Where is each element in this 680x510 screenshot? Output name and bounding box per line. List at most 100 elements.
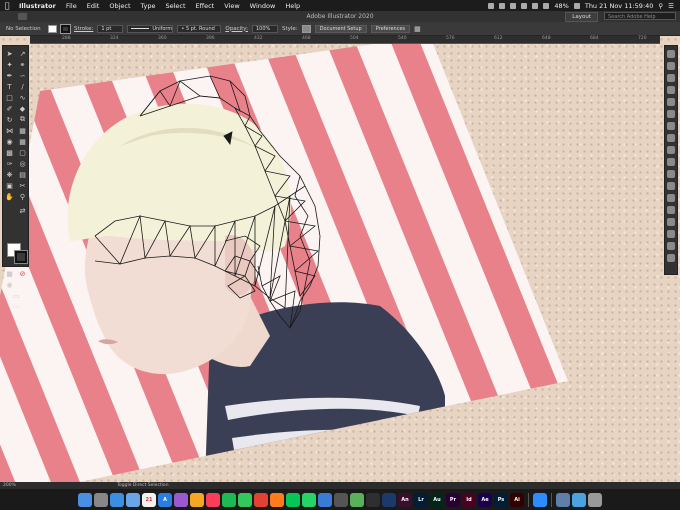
- gradient-panel-icon[interactable]: [667, 134, 675, 142]
- type-tool-icon[interactable]: T: [3, 81, 16, 92]
- dock-whatsapp-icon[interactable]: [302, 492, 316, 507]
- dock-zoom-icon[interactable]: [533, 492, 547, 507]
- more-tools-icon[interactable]: ⋯: [3, 301, 29, 312]
- fill-swatch[interactable]: [48, 24, 57, 33]
- pen-tool-icon[interactable]: ✒: [3, 70, 16, 81]
- slice-tool-icon[interactable]: ✂: [16, 180, 29, 191]
- gradient-tool-icon[interactable]: ▢: [16, 147, 29, 158]
- menu-view[interactable]: View: [219, 2, 244, 10]
- dock-illustrator-icon[interactable]: Ai: [510, 492, 524, 507]
- dock-music-icon[interactable]: [206, 492, 220, 507]
- bluetooth-icon[interactable]: [521, 2, 528, 9]
- placed-photo[interactable]: [0, 36, 680, 482]
- creative-cloud-icon[interactable]: [499, 2, 506, 9]
- dock-adobe-bridge-icon[interactable]: [366, 492, 380, 507]
- rotate-tool-icon[interactable]: ↻: [3, 114, 16, 125]
- menu-type[interactable]: Type: [136, 2, 161, 10]
- wifi-icon[interactable]: [543, 2, 550, 9]
- symbol-sprayer-tool-icon[interactable]: ❋: [3, 169, 16, 180]
- artboard-tool-icon[interactable]: ▣: [3, 180, 16, 191]
- menu-help[interactable]: Help: [280, 2, 305, 10]
- eraser-tool-icon[interactable]: ◆: [16, 103, 29, 114]
- dock-animate-icon[interactable]: An: [398, 492, 412, 507]
- menu-clock[interactable]: Thu 21 Nov 11:59:40: [585, 2, 654, 10]
- dock-spotify-icon[interactable]: [222, 492, 236, 507]
- stroke-weight-field[interactable]: 1 pt: [97, 24, 124, 33]
- magic-wand-tool-icon[interactable]: ✦: [3, 59, 16, 70]
- opacity-label[interactable]: Opacity:: [225, 26, 248, 32]
- menu-object[interactable]: Object: [104, 2, 135, 10]
- dock-photos-icon[interactable]: [190, 492, 204, 507]
- dock-safari-icon[interactable]: [110, 492, 124, 507]
- width-tool-icon[interactable]: ⋈: [3, 125, 16, 136]
- menu-edit[interactable]: Edit: [82, 2, 105, 10]
- selection-tool-icon[interactable]: ➤: [3, 48, 16, 59]
- dock-app-store-icon[interactable]: A: [158, 492, 172, 507]
- preferences-button[interactable]: Preferences: [370, 24, 411, 33]
- graphic-styles-panel-icon[interactable]: [667, 98, 675, 106]
- menu-window[interactable]: Window: [245, 2, 281, 10]
- color-mode-icon[interactable]: ■: [3, 268, 16, 279]
- menu-file[interactable]: File: [61, 2, 82, 10]
- paragraph-panel-icon[interactable]: [667, 170, 675, 178]
- eyedropper-tool-icon[interactable]: ✑: [3, 158, 16, 169]
- help-search-input[interactable]: Search Adobe Help: [604, 12, 676, 20]
- opacity-field[interactable]: 100%: [252, 24, 278, 33]
- swap-fill-stroke-icon[interactable]: ⇄: [16, 207, 29, 215]
- pathfinder-panel-icon[interactable]: [667, 218, 675, 226]
- screen-mode-icon[interactable]: ▭: [3, 290, 29, 301]
- direct-selection-tool-icon[interactable]: ↗: [16, 48, 29, 59]
- appearance-panel-icon[interactable]: [667, 110, 675, 118]
- dock-keynote-icon[interactable]: [318, 492, 332, 507]
- layers-panel-icon[interactable]: [667, 230, 675, 238]
- dock-downloads-icon[interactable]: [556, 492, 570, 507]
- stroke-label[interactable]: Stroke:: [74, 26, 93, 32]
- fill-stroke-control[interactable]: [7, 243, 29, 265]
- zoom-level-field[interactable]: 200%: [0, 483, 83, 488]
- dock-lightroom-icon[interactable]: Lr: [414, 492, 428, 507]
- transparency-panel-icon[interactable]: [667, 146, 675, 154]
- battery-percent[interactable]: 48%: [554, 2, 568, 10]
- artboards-panel-icon[interactable]: [667, 242, 675, 250]
- workspace-switcher[interactable]: Layout: [565, 12, 598, 22]
- artboard-canvas[interactable]: [0, 36, 680, 482]
- variable-width-profile[interactable]: Uniform: [127, 24, 174, 33]
- notification-center-icon[interactable]: ☰: [668, 2, 674, 10]
- color-panel-icon[interactable]: [667, 50, 675, 58]
- dock-line-icon[interactable]: [286, 492, 300, 507]
- character-panel-icon[interactable]: [667, 158, 675, 166]
- dock-launchpad-icon[interactable]: [94, 492, 108, 507]
- dock-finder-icon[interactable]: [78, 492, 92, 507]
- dock-mail-icon[interactable]: [126, 492, 140, 507]
- asset-export-panel-icon[interactable]: [667, 254, 675, 262]
- opentype-panel-icon[interactable]: [667, 182, 675, 190]
- dock-trash-icon[interactable]: [588, 492, 602, 507]
- horizontal-ruler[interactable]: 288 324 360 396 432 468 504 540 576 612 …: [30, 36, 660, 44]
- dock-indesign-icon[interactable]: Id: [462, 492, 476, 507]
- hand-tool-icon[interactable]: ✋: [3, 191, 16, 202]
- arrange-icon[interactable]: ▦: [414, 25, 421, 33]
- dock-firefox-icon[interactable]: [270, 492, 284, 507]
- dock-premiere-icon[interactable]: Pr: [446, 492, 460, 507]
- dock-messages-icon[interactable]: [238, 492, 252, 507]
- dropbox-icon[interactable]: [488, 2, 495, 9]
- shaper-tool-icon[interactable]: ✐: [3, 103, 16, 114]
- current-tool-status[interactable]: Toggle Direct Selection: [113, 483, 169, 488]
- menu-select[interactable]: Select: [160, 2, 190, 10]
- menu-app-name[interactable]: Illustrator: [14, 2, 61, 10]
- lasso-tool-icon[interactable]: ⚭: [16, 59, 29, 70]
- dock-photoshop-icon[interactable]: Ps: [494, 492, 508, 507]
- flag-icon[interactable]: [573, 2, 580, 9]
- stroke-swatch[interactable]: [60, 23, 71, 34]
- scale-tool-icon[interactable]: ⧉: [16, 114, 29, 125]
- line-icon[interactable]: [510, 2, 517, 9]
- graphic-style-swatch[interactable]: [301, 24, 311, 33]
- swatches-panel-icon[interactable]: [667, 62, 675, 70]
- brush-definition[interactable]: • 5 pt. Round: [177, 24, 222, 33]
- dock-chrome-icon[interactable]: [254, 492, 268, 507]
- dock-audition-icon[interactable]: Au: [430, 492, 444, 507]
- none-color-icon[interactable]: ⊘: [16, 268, 29, 279]
- transform-panel-icon[interactable]: [667, 194, 675, 202]
- paintbrush-tool-icon[interactable]: ∿: [16, 92, 29, 103]
- perspective-grid-tool-icon[interactable]: ▦: [16, 136, 29, 147]
